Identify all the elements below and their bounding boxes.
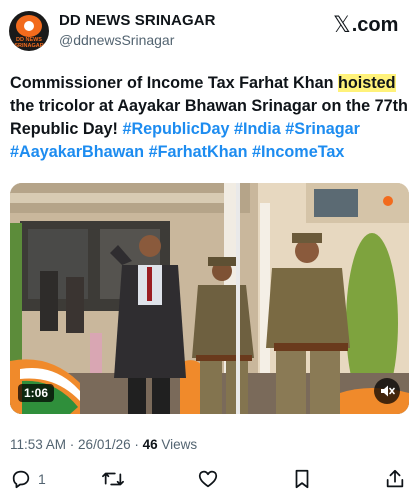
retweet-icon <box>102 472 124 486</box>
dd-logo-icon <box>16 15 42 37</box>
avatar-logo-text-2: SRINAGAR <box>14 43 44 49</box>
x-brand-label: .com <box>351 13 399 36</box>
video-duration: 1:06 <box>18 384 55 402</box>
hashtag-link[interactable]: #AayakarBhawan <box>10 143 144 161</box>
heart-icon <box>198 470 218 488</box>
views-label: Views <box>157 437 198 452</box>
retweet-button[interactable] <box>101 464 125 494</box>
tweet-time[interactable]: 11:53 AM <box>10 437 66 452</box>
tweet-meta: 11:53 AM · 26/01/26 · 46 Views <box>10 437 197 452</box>
share-button[interactable] <box>384 464 406 494</box>
meta-separator: · <box>130 437 143 452</box>
hashtag-link[interactable]: #India <box>234 120 281 138</box>
account-name[interactable]: DD NEWS SRINAGAR <box>59 12 216 29</box>
video-player[interactable] <box>10 183 409 414</box>
views-count: 46 <box>142 437 158 452</box>
hashtag-link[interactable]: #IncomeTax <box>252 143 344 161</box>
x-logo-icon: 𝕏 <box>333 12 351 37</box>
reply-count: 1 <box>38 471 46 487</box>
bookmark-button[interactable] <box>292 464 312 494</box>
action-bar: 1 <box>0 464 419 494</box>
hashtag-link[interactable]: #Srinagar <box>285 120 360 138</box>
meta-separator: · <box>66 437 79 452</box>
reply-button[interactable]: 1 <box>10 464 46 494</box>
speaker-muted-icon[interactable] <box>374 378 400 404</box>
tweet-card: DD NEWS SRINAGAR DD NEWS SRINAGAR @ddnew… <box>0 0 419 500</box>
avatar[interactable]: DD NEWS SRINAGAR <box>9 11 49 51</box>
highlighted-word: hoisted <box>338 74 396 92</box>
tweet-text: Commissioner of Income Tax Farhat Khan h… <box>10 72 410 164</box>
hashtag-link[interactable]: #RepublicDay <box>122 120 229 138</box>
account-handle[interactable]: @ddnewsSrinagar <box>59 32 174 48</box>
video-frame <box>10 183 409 414</box>
tweet-text-part-1: Commissioner of Income Tax Farhat Khan <box>10 74 339 92</box>
bookmark-icon <box>295 469 309 489</box>
like-button[interactable] <box>197 464 219 494</box>
share-icon <box>386 469 404 488</box>
hashtag-link[interactable]: #FarhatKhan <box>149 143 248 161</box>
reply-icon <box>12 470 30 489</box>
tweet-date[interactable]: 26/01/26 <box>78 437 131 452</box>
x-brand[interactable]: 𝕏 .com <box>333 12 398 38</box>
